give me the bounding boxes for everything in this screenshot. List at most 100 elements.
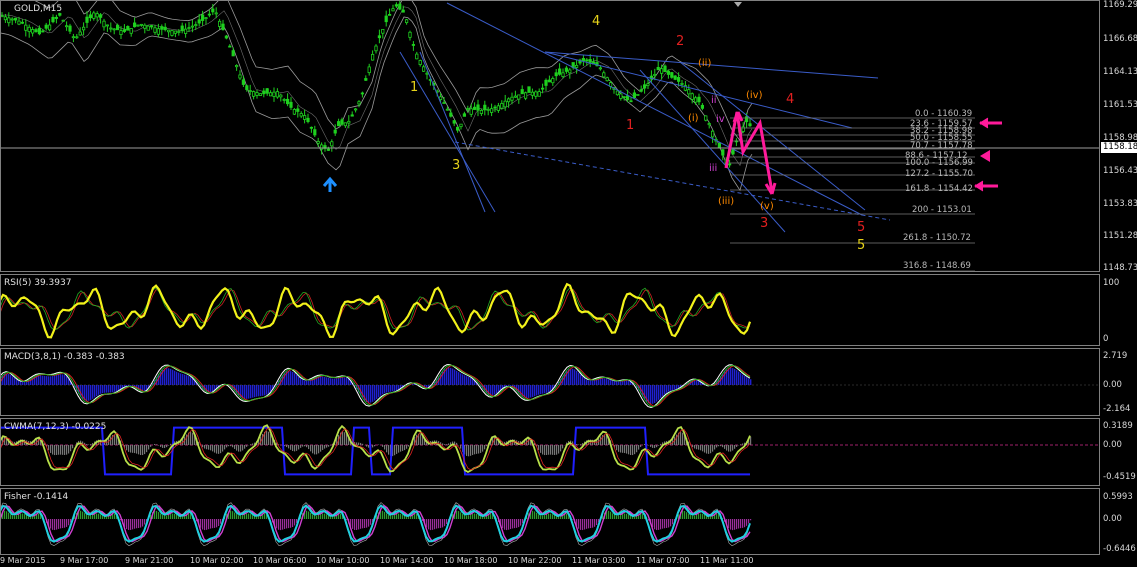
cwma-histogram-bar [310, 445, 312, 452]
fisher-histogram-bar [616, 515, 618, 519]
fisher-histogram-bar [592, 519, 594, 528]
fisher-histogram-bar [458, 511, 460, 519]
wave-label: (ii) [698, 58, 712, 69]
fisher-histogram-bar [84, 513, 86, 519]
candle [677, 77, 681, 82]
macd-histogram-bar [524, 385, 526, 398]
candle [472, 106, 477, 110]
macd-histogram-bar [536, 385, 538, 396]
candle [476, 104, 480, 111]
candle [381, 28, 385, 34]
cwma-histogram-bar [90, 444, 92, 445]
macd-histogram-bar [662, 385, 664, 396]
macd-histogram-bar [746, 377, 748, 385]
top-marker-icon [734, 2, 742, 7]
candle [643, 84, 647, 89]
candle [296, 108, 300, 112]
candle [13, 17, 18, 21]
candle [489, 108, 494, 113]
candle [65, 25, 69, 28]
cwma-histogram-bar [720, 445, 722, 447]
candle [660, 68, 664, 74]
cwma-histogram-bar [652, 445, 654, 448]
cwma-histogram-bar [726, 445, 728, 451]
candle [99, 14, 103, 18]
macd-histogram-bar [498, 385, 500, 392]
cwma-histogram-bar [548, 445, 550, 455]
fisher-histogram-bar [58, 519, 60, 529]
candle [748, 123, 752, 127]
cwma-histogram-bar [560, 445, 562, 452]
cwma-histogram-bar [286, 445, 288, 448]
time-label: 9 Mar 2015 [0, 556, 46, 565]
cwma-histogram-bar [186, 434, 188, 445]
fisher-histogram-bar [360, 519, 362, 529]
fisher-histogram-bar [352, 519, 354, 529]
fisher-histogram-bar [172, 513, 174, 519]
candle [116, 24, 120, 31]
candle [245, 85, 249, 90]
cwma-histogram-bar [344, 432, 346, 445]
macd-histogram-bar [24, 381, 26, 385]
price-tick: 1153.83 [1103, 199, 1137, 209]
candle [687, 89, 691, 95]
macd-histogram-bar [616, 381, 618, 385]
candle [670, 72, 674, 78]
candle [666, 70, 671, 75]
cwma-histogram-bar [704, 445, 706, 453]
candle [517, 94, 521, 100]
cwma-histogram-bar [296, 445, 298, 451]
rsi-band [0, 283, 751, 338]
candle [234, 65, 239, 68]
candle [85, 16, 89, 23]
cwma-histogram-bar [50, 445, 52, 453]
chart-canvas[interactable] [0, 0, 1100, 555]
fisher-histogram-bar [340, 513, 342, 519]
fisher-histogram-bar [252, 514, 254, 519]
candle [438, 96, 443, 100]
macd-histogram-bar [110, 385, 112, 393]
fisher-histogram-bar [468, 515, 470, 519]
rsi-signal [0, 287, 751, 331]
cwma-histogram-bar [656, 445, 658, 448]
fisher-histogram-bar [684, 511, 686, 519]
fisher-histogram-bar [746, 519, 748, 526]
macd-histogram-bar [342, 377, 344, 385]
wave-label: 1 [410, 80, 419, 95]
macd-histogram-bar [96, 385, 98, 397]
macd-histogram-bar [322, 376, 324, 385]
candle [619, 93, 623, 99]
fisher-histogram-bar [286, 519, 288, 529]
macd-label: MACD(3,8,1) -0.383 -0.383 [4, 352, 125, 362]
cwma-histogram-bar [466, 445, 468, 456]
candle [224, 35, 228, 39]
candle [598, 67, 603, 70]
current-price-tag: 1158.18 [1101, 142, 1137, 153]
fisher-histogram-bar [518, 519, 520, 528]
cwma-histogram-bar [114, 434, 116, 445]
trend-line [399, 51, 496, 213]
cwma-histogram-bar [706, 445, 708, 454]
cwma-histogram-bar [650, 445, 652, 447]
macd-histogram-bar [94, 385, 96, 398]
cwma-histogram-bar [308, 445, 310, 450]
macd-histogram-bar [550, 385, 552, 391]
cwma-histogram-bar [292, 445, 294, 451]
fisher-histogram-bar [6, 511, 8, 519]
macd-histogram-bar [732, 368, 734, 385]
candle [401, 9, 405, 13]
price-tick: 1169.29 [1103, 0, 1137, 10]
macd-histogram-bar [740, 373, 742, 385]
macd-histogram-bar [594, 379, 596, 385]
cwma-histogram-bar [540, 445, 542, 453]
candle [48, 24, 52, 31]
fisher-histogram-bar [282, 519, 284, 530]
candle [71, 36, 75, 39]
macd-histogram-bar [334, 378, 336, 385]
candle [10, 18, 14, 21]
candle [367, 66, 371, 74]
macd-histogram-bar [378, 385, 380, 398]
cwma-histogram-bar [404, 445, 406, 451]
macd-histogram-bar [108, 385, 110, 393]
fisher-histogram-bar [546, 514, 548, 519]
